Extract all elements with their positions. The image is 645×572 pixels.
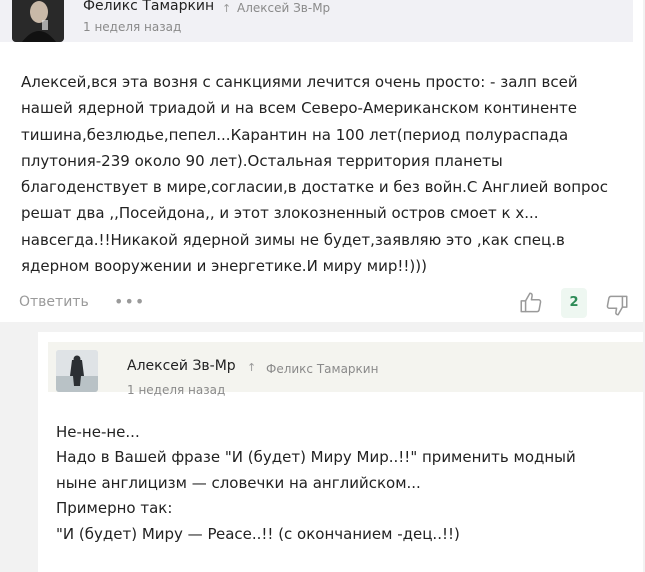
- reply-to-name[interactable]: Феликс Тамаркин: [266, 362, 378, 376]
- reply-card: Алексей Зв-Мр ↑ Феликс Тамаркин 1 неделя…: [38, 332, 643, 572]
- comment-line: Примерно так:: [56, 499, 173, 518]
- like-count: 2: [561, 288, 587, 318]
- comment-line: благоденствует в мире,согласии,в достатк…: [21, 178, 608, 197]
- comment-line: Алексей,вся эта возня с санкциями лечитс…: [21, 73, 578, 91]
- comment-time[interactable]: 1 неделя назад: [127, 383, 225, 397]
- avatar[interactable]: [12, 0, 64, 42]
- comment-line: "И (будет) Миру — Peace..!! (с окончание…: [56, 524, 460, 543]
- comment-line: тишина,безлюдье,пепел...Карантин на 100 …: [21, 125, 569, 144]
- comment-time[interactable]: 1 неделя назад: [83, 20, 181, 34]
- comment-text: Не-не-не... Надо в Вашей фразе "И (будет…: [56, 420, 616, 547]
- comment-header: Алексей Зв-Мр ↑ Феликс Тамаркин 1 неделя…: [48, 342, 643, 397]
- comment-line: ныне англицизм — словечки на английском.…: [56, 473, 421, 492]
- comment-line: решат два ,,Посейдона,, и этот злокознен…: [21, 204, 539, 223]
- comment-line: нашей ядерной триадой и на всем Северо-А…: [21, 99, 577, 118]
- reply-arrow-icon: ↑: [247, 361, 257, 374]
- comment-line: ядерном вооружении и энергетике.И миру м…: [21, 257, 427, 276]
- comment-line: Надо в Вашей фразе "И (будет) Миру Мир..…: [56, 448, 576, 467]
- comment-card: Феликс Тамаркин ↑ Алексей Зв-Мр 1 неделя…: [0, 0, 643, 322]
- reply-to-name[interactable]: Алексей Зв-Мр: [237, 1, 330, 15]
- author-name[interactable]: Феликс Тамаркин: [83, 0, 214, 14]
- reply-button[interactable]: Ответить: [19, 294, 89, 310]
- reply-arrow-icon: ↑: [222, 2, 232, 15]
- avatar[interactable]: [56, 350, 98, 392]
- comment-line: плутония-239 около 90 лет).Остальная тер…: [21, 151, 503, 170]
- comment-line: навсегда.!!Никакой ядерной зимы не будет…: [21, 230, 565, 249]
- thumbs-down-icon[interactable]: [604, 292, 630, 318]
- comment-header: Феликс Тамаркин ↑ Алексей Зв-Мр 1 неделя…: [0, 0, 633, 42]
- author-name[interactable]: Алексей Зв-Мр: [127, 358, 236, 374]
- comment-line: Не-не-не...: [56, 423, 140, 441]
- comment-text: Алексей,вся эта возня с санкциями лечитс…: [21, 69, 626, 279]
- thumbs-up-icon[interactable]: [518, 290, 544, 316]
- more-options-button[interactable]: •••: [114, 292, 145, 311]
